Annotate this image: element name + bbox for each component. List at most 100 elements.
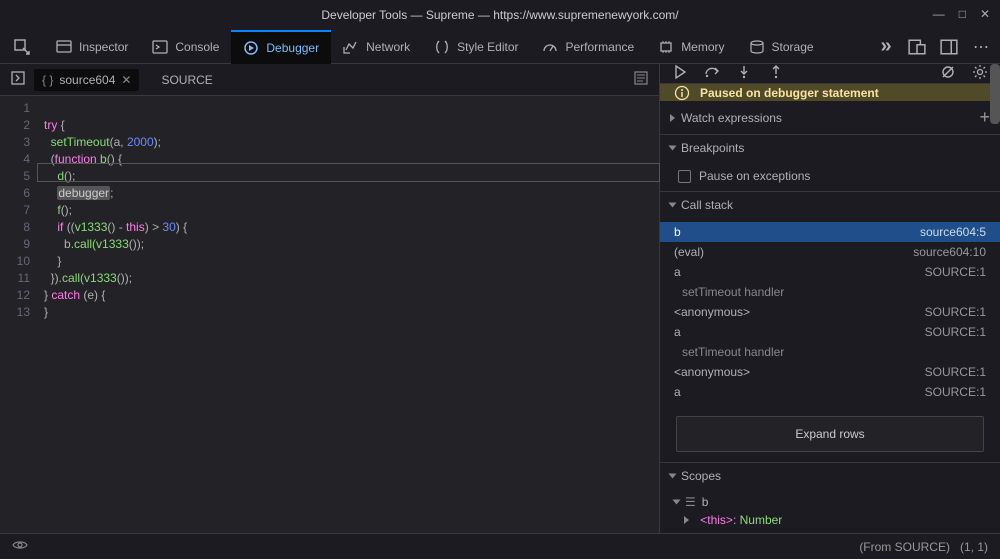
scope-var-val: Number — [740, 513, 783, 527]
tab-storage[interactable]: Storage — [737, 30, 826, 64]
storage-icon — [749, 39, 765, 55]
dock-icon[interactable] — [940, 38, 958, 56]
scope-block-name: b — [702, 495, 709, 509]
watch-label: Watch expressions — [681, 111, 782, 125]
stack-frame-loc: SOURCE:1 — [925, 265, 986, 279]
source-breadcrumb: SOURCE — [147, 73, 212, 87]
tab-performance[interactable]: Performance — [530, 30, 646, 64]
performance-icon — [542, 39, 558, 55]
outline-icon[interactable] — [633, 75, 649, 89]
sources-toggle-icon[interactable] — [10, 70, 26, 89]
tab-style[interactable]: Style Editor — [422, 30, 530, 64]
step-in-button[interactable] — [736, 64, 752, 83]
stack-frame-loc: source604:5 — [920, 225, 986, 239]
scope-var-key: <this> — [700, 513, 733, 527]
scope-block[interactable]: ☰ b — [660, 493, 1000, 511]
inspector-icon — [56, 39, 72, 55]
minimize-icon[interactable]: — — [933, 7, 945, 21]
paused-banner: Paused on debugger statement — [660, 84, 1000, 101]
stack-frame-name: a — [674, 385, 681, 399]
block-icon: ☰ — [685, 495, 696, 509]
stack-frame-name: b — [674, 225, 681, 239]
stack-gap: setTimeout handler — [660, 342, 1000, 362]
scope-var-sep: : — [733, 513, 740, 527]
stack-frame[interactable]: b source604:5 — [660, 222, 1000, 242]
pause-on-exceptions-row[interactable]: Pause on exceptions — [660, 165, 1000, 187]
source-file-tab[interactable]: { } source604 ✕ — [34, 69, 139, 91]
tab-memory-label: Memory — [681, 40, 724, 54]
tab-inspector[interactable]: Inspector — [44, 30, 140, 64]
callstack-label: Call stack — [681, 198, 733, 212]
close-icon[interactable]: ✕ — [980, 7, 990, 21]
checkbox-icon[interactable] — [678, 170, 691, 183]
chevron-down-icon — [669, 203, 677, 208]
kebab-icon[interactable]: ⋯ — [972, 38, 990, 56]
scopes-section-header[interactable]: Scopes — [660, 463, 1000, 489]
scope-variable[interactable]: <this>: Number — [660, 511, 1000, 529]
watch-section-header[interactable]: Watch expressions + — [660, 101, 1000, 134]
stack-frame[interactable]: (eval)source604:10 — [660, 242, 1000, 262]
stack-frame[interactable]: <anonymous> SOURCE:1 — [660, 302, 1000, 322]
info-icon — [674, 85, 690, 101]
tab-network-label: Network — [366, 40, 410, 54]
pointer-icon — [14, 39, 30, 55]
tab-debugger-label: Debugger — [266, 41, 319, 55]
footer-from: (From SOURCE) — [859, 540, 950, 554]
braces-icon: { } — [42, 73, 53, 87]
tab-inspector-label: Inspector — [79, 40, 128, 54]
chevron-right-icon — [670, 114, 675, 122]
chevron-right-icon — [684, 516, 689, 524]
stack-frame-loc: SOURCE:1 — [925, 385, 986, 399]
stack-frame[interactable]: a SOURCE:1 — [660, 262, 1000, 282]
breakpoints-section-header[interactable]: Breakpoints — [660, 135, 1000, 161]
chevron-down-icon — [669, 474, 677, 479]
expand-rows-button[interactable]: Expand rows — [676, 416, 984, 452]
tab-debugger[interactable]: Debugger — [231, 30, 331, 64]
memory-icon — [658, 39, 674, 55]
tab-memory[interactable]: Memory — [646, 30, 736, 64]
code-editor[interactable]: 12345678910111213 try { setTimeout(a, 20… — [0, 96, 659, 533]
breakpoints-label: Breakpoints — [681, 141, 744, 155]
tab-network[interactable]: Network — [331, 30, 422, 64]
callstack-section-header[interactable]: Call stack — [660, 192, 1000, 218]
style-icon — [434, 39, 450, 55]
overflow-icon[interactable]: » — [876, 38, 894, 56]
scopes-label: Scopes — [681, 469, 721, 483]
step-over-button[interactable] — [704, 64, 720, 83]
tab-console[interactable]: Console — [140, 30, 231, 64]
source-file-name: source604 — [59, 73, 115, 87]
stack-frame[interactable]: a SOURCE:1 — [660, 322, 1000, 342]
stack-frame-loc: SOURCE:1 — [925, 325, 986, 339]
stack-frame-loc: SOURCE:1 — [925, 305, 986, 319]
pick-element-button[interactable] — [0, 30, 44, 64]
pause-on-exceptions-label: Pause on exceptions — [699, 169, 810, 183]
line-gutter: 12345678910111213 — [0, 96, 38, 533]
eye-icon[interactable] — [12, 537, 28, 556]
chevron-down-icon — [669, 146, 677, 151]
step-out-button[interactable] — [768, 64, 784, 83]
stack-frame-name: <anonymous> — [674, 305, 750, 319]
stack-frame[interactable]: <anonymous>SOURCE:1 — [660, 362, 1000, 382]
debugger-settings-button[interactable] — [972, 64, 988, 83]
network-icon — [343, 39, 359, 55]
stack-frame-name: a — [674, 265, 681, 279]
close-tab-icon[interactable]: ✕ — [121, 73, 131, 87]
window-title: Developer Tools — Supreme — https://www.… — [321, 8, 678, 22]
stack-frame-loc: SOURCE:1 — [925, 365, 986, 379]
tab-style-label: Style Editor — [457, 40, 518, 54]
scrollbar[interactable] — [990, 64, 1000, 124]
resume-button[interactable] — [672, 64, 688, 83]
tab-performance-label: Performance — [565, 40, 634, 54]
stack-frame-name: a — [674, 325, 681, 339]
disable-breakpoints-button[interactable] — [940, 64, 956, 83]
stack-gap: setTimeout handler — [660, 282, 1000, 302]
stack-frame[interactable]: a SOURCE:1 — [660, 382, 1000, 402]
add-watch-button[interactable]: + — [979, 107, 990, 128]
tab-console-label: Console — [175, 40, 219, 54]
console-icon — [152, 39, 168, 55]
responsive-icon[interactable] — [908, 38, 926, 56]
maximize-icon[interactable]: □ — [959, 7, 966, 21]
code-area: try { setTimeout(a, 2000); (function b()… — [38, 96, 659, 533]
stack-frame-loc: source604:10 — [913, 245, 986, 259]
chevron-down-icon — [673, 500, 681, 505]
